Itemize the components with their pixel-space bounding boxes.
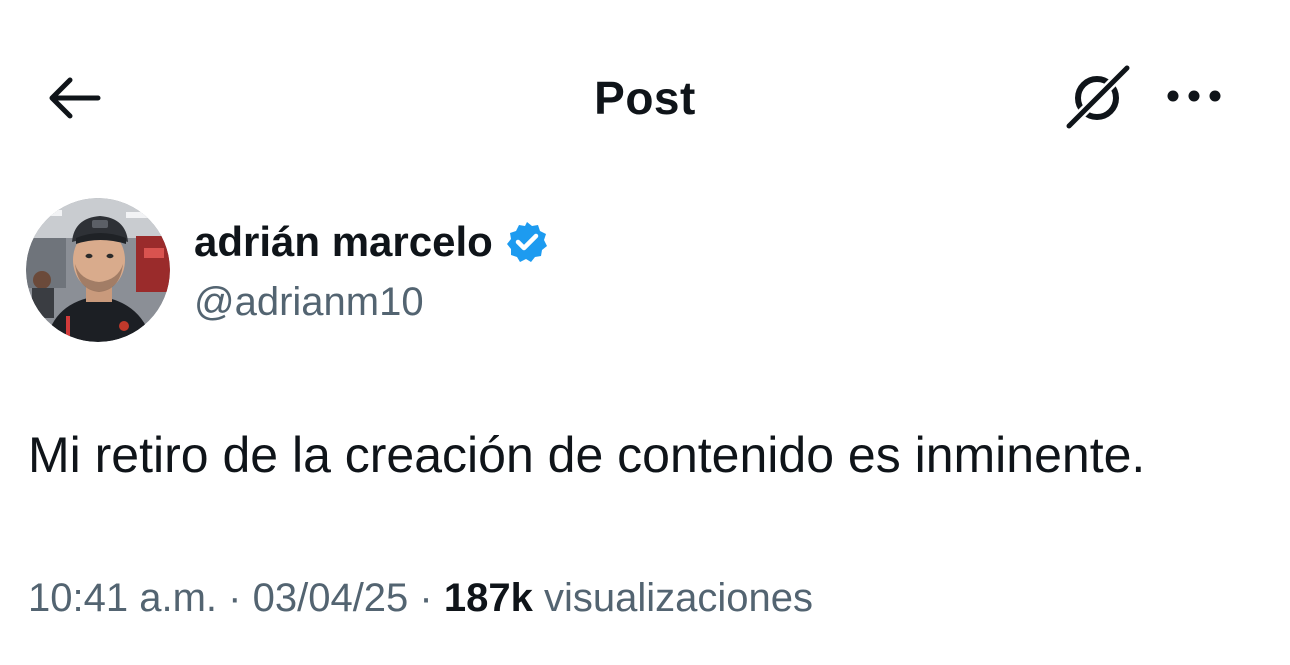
more-horizontal-icon	[1167, 90, 1221, 102]
author-handle[interactable]: @adrianm10	[194, 276, 424, 328]
author-name[interactable]: adrián marcelo	[194, 218, 493, 266]
top-bar: Post	[0, 0, 1290, 190]
grok-button[interactable]	[1060, 62, 1136, 132]
grok-icon	[1064, 64, 1132, 130]
post-meta: 10:41 a.m. · 03/04/25 · 187k visualizaci…	[28, 570, 813, 626]
views-label[interactable]: visualizaciones	[544, 576, 813, 620]
meta-separator: ·	[419, 576, 433, 620]
post-detail-page: Post adrián marcelo @adrianm10 Mi retiro…	[0, 0, 1290, 665]
more-options-button[interactable]	[1158, 70, 1230, 122]
views-count[interactable]: 187k	[444, 576, 533, 620]
meta-separator: ·	[228, 576, 242, 620]
avatar-photo	[26, 198, 170, 342]
post-date[interactable]: 03/04/25	[253, 576, 409, 620]
post-time[interactable]: 10:41 a.m.	[28, 576, 217, 620]
post-text: Mi retiro de la creación de contenido es…	[28, 427, 1146, 483]
verified-badge-icon	[505, 220, 549, 264]
author-name-row: adrián marcelo	[194, 212, 549, 272]
avatar[interactable]	[26, 198, 170, 342]
